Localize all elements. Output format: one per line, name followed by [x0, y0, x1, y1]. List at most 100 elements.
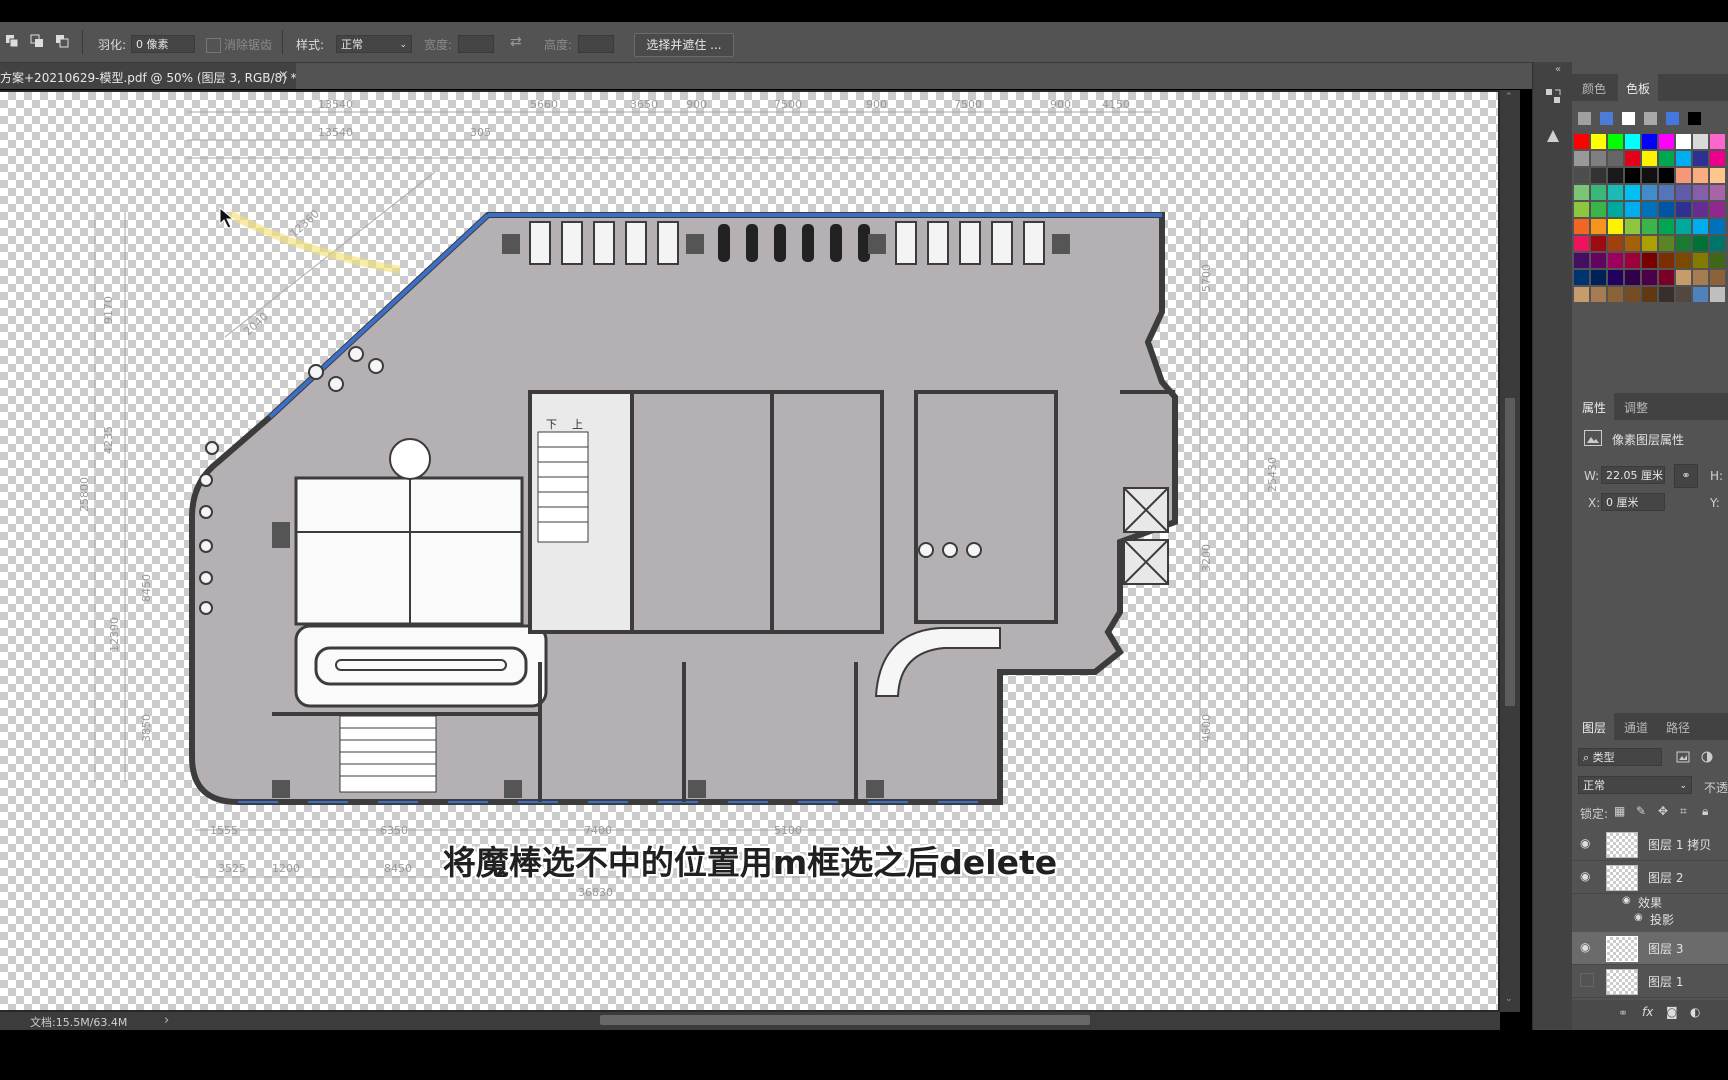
lock-all-icon[interactable]: 🔒︎ — [1702, 804, 1708, 819]
swatch[interactable] — [1642, 253, 1657, 268]
swatch[interactable] — [1574, 151, 1589, 166]
swatch[interactable] — [1710, 270, 1725, 285]
swatch[interactable] — [1676, 168, 1691, 183]
tab-channels[interactable]: 通道 — [1624, 719, 1648, 736]
swatch[interactable] — [1608, 134, 1623, 149]
swatch[interactable] — [1574, 168, 1589, 183]
swatch[interactable] — [1710, 219, 1725, 234]
swatch[interactable] — [1710, 168, 1725, 183]
swatch[interactable] — [1710, 236, 1725, 251]
layer-row[interactable]: 图层 1 — [1572, 965, 1728, 998]
subtract-selection-icon[interactable] — [55, 34, 69, 48]
swatch[interactable] — [1608, 270, 1623, 285]
select-and-mask-button[interactable]: 选择并遮住 ... — [634, 33, 734, 57]
swatch[interactable] — [1642, 202, 1657, 217]
feather-input[interactable]: 0 像素 — [131, 35, 195, 53]
swatch[interactable] — [1659, 134, 1674, 149]
swatch[interactable] — [1625, 151, 1640, 166]
scroll-down-icon[interactable]: ⌄ — [1505, 994, 1513, 1004]
swatch[interactable] — [1608, 185, 1623, 200]
new-selection-icon[interactable] — [5, 34, 19, 48]
swatch[interactable] — [1710, 202, 1725, 217]
effects-eye-icon[interactable]: ◉ — [1622, 895, 1631, 906]
swatch[interactable] — [1659, 270, 1674, 285]
swatch[interactable] — [1693, 253, 1708, 268]
swatch[interactable] — [1591, 202, 1606, 217]
swatch[interactable] — [1600, 112, 1613, 125]
swatch[interactable] — [1659, 219, 1674, 234]
swatch[interactable] — [1710, 287, 1725, 302]
layer-row[interactable]: ◉ 图层 2 — [1572, 861, 1728, 894]
swatch[interactable] — [1591, 219, 1606, 234]
swatch[interactable] — [1591, 270, 1606, 285]
tab-properties[interactable]: 属性 — [1582, 399, 1606, 416]
lock-position-icon[interactable]: ✥ — [1658, 804, 1668, 818]
collapse-icon[interactable]: « — [1555, 64, 1561, 75]
swatch[interactable] — [1625, 219, 1640, 234]
swatch[interactable] — [1608, 202, 1623, 217]
history-icon[interactable] — [1543, 86, 1563, 106]
swatch[interactable] — [1574, 185, 1589, 200]
visibility-eye-icon[interactable]: ◉ — [1580, 836, 1590, 850]
link-icon[interactable]: ⚭ — [1674, 464, 1698, 488]
document-canvas[interactable]: 下 上 13540 5660 3650 900 7500 900 7500 90… — [0, 92, 1498, 1010]
swatch[interactable] — [1693, 236, 1708, 251]
swatch[interactable] — [1578, 112, 1591, 125]
swatch[interactable] — [1693, 202, 1708, 217]
visibility-eye-icon[interactable]: ◉ — [1580, 869, 1590, 883]
swatch[interactable] — [1625, 185, 1640, 200]
swatch[interactable] — [1676, 253, 1691, 268]
swatch[interactable] — [1625, 253, 1640, 268]
swatch[interactable] — [1676, 202, 1691, 217]
adjustment-filter-icon[interactable] — [1700, 750, 1714, 764]
swatch[interactable] — [1710, 134, 1725, 149]
tab-color[interactable]: 颜色 — [1582, 80, 1606, 97]
swatch[interactable] — [1642, 219, 1657, 234]
swatch[interactable] — [1625, 202, 1640, 217]
swatch[interactable] — [1659, 236, 1674, 251]
swatch[interactable] — [1574, 236, 1589, 251]
swatch[interactable] — [1676, 287, 1691, 302]
swatch[interactable] — [1659, 185, 1674, 200]
swatch[interactable] — [1644, 112, 1657, 125]
swatch[interactable] — [1659, 253, 1674, 268]
swatch[interactable] — [1659, 202, 1674, 217]
visibility-toggle-off[interactable] — [1580, 973, 1594, 987]
close-tab-icon[interactable]: × — [278, 68, 289, 83]
swatch[interactable] — [1693, 151, 1708, 166]
tab-paths[interactable]: 路径 — [1666, 719, 1690, 736]
swatch[interactable] — [1642, 287, 1657, 302]
swatch[interactable] — [1642, 270, 1657, 285]
swatch[interactable] — [1676, 219, 1691, 234]
swatch[interactable] — [1693, 270, 1708, 285]
document-tab[interactable]: 方案+20210629-模型.pdf @ 50% (图层 3, RGB/8) *… — [0, 63, 297, 89]
x-input[interactable]: 0 厘米 — [1601, 493, 1665, 511]
layer-row-selected[interactable]: ◉ 图层 3 — [1572, 932, 1728, 965]
add-selection-icon[interactable] — [30, 34, 44, 48]
swatch[interactable] — [1591, 151, 1606, 166]
swatch[interactable] — [1688, 112, 1701, 125]
w-input[interactable]: 22.05 厘米 — [1601, 466, 1665, 484]
adjustment-layer-icon[interactable]: ◐ — [1690, 1005, 1700, 1019]
layer-row[interactable]: ◉ 图层 1 拷贝 — [1572, 828, 1728, 861]
height-input[interactable] — [578, 35, 614, 53]
swatch[interactable] — [1608, 253, 1623, 268]
swatch[interactable] — [1625, 287, 1640, 302]
swatch[interactable] — [1608, 287, 1623, 302]
swatch[interactable] — [1642, 168, 1657, 183]
swatch[interactable] — [1642, 185, 1657, 200]
swatch[interactable] — [1574, 287, 1589, 302]
swatch[interactable] — [1693, 185, 1708, 200]
swatch[interactable] — [1693, 134, 1708, 149]
layer-filter-select[interactable]: ⌕ 类型 — [1578, 748, 1662, 766]
swatch[interactable] — [1574, 253, 1589, 268]
visibility-eye-icon[interactable]: ◉ — [1580, 940, 1590, 954]
swatch[interactable] — [1625, 168, 1640, 183]
swatch[interactable] — [1574, 219, 1589, 234]
swatch[interactable] — [1591, 236, 1606, 251]
swatch[interactable] — [1574, 202, 1589, 217]
swatch[interactable] — [1625, 236, 1640, 251]
swatch[interactable] — [1608, 236, 1623, 251]
swatch[interactable] — [1642, 134, 1657, 149]
brush-settings-icon[interactable] — [1543, 126, 1563, 146]
